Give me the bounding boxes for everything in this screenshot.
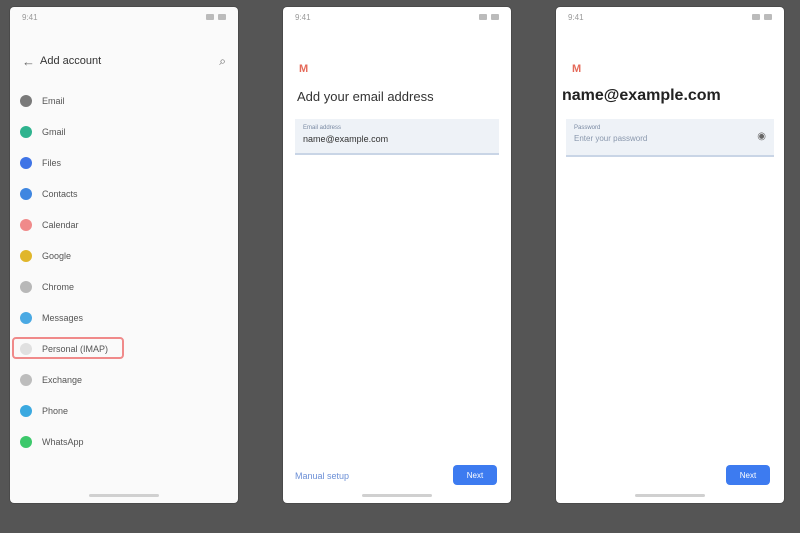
battery-icon	[491, 14, 499, 20]
home-indicator	[362, 494, 432, 497]
menu-item[interactable]: Google	[10, 240, 238, 271]
account-type-icon	[20, 311, 32, 324]
menu-item[interactable]: Messages	[10, 302, 238, 333]
account-type-icon	[20, 249, 32, 262]
account-type-icon	[20, 156, 32, 169]
account-type-icon	[20, 218, 32, 231]
back-arrow-icon[interactable]: ←	[22, 54, 40, 69]
phone-screen-account-menu: 9:41 ← Add account ⌕ Email Gmail Files Cont…	[10, 7, 238, 503]
status-bar: 9:41	[556, 7, 784, 27]
status-time: 9:41	[295, 12, 311, 22]
status-time: 9:41	[568, 12, 584, 22]
visibility-toggle-icon[interactable]: ◉	[757, 131, 766, 142]
menu-item-label: Gmail	[42, 126, 66, 137]
menu-item[interactable]: Calendar	[10, 209, 238, 240]
email-field-label: Email address	[303, 125, 342, 131]
battery-icon	[218, 14, 226, 20]
signal-icon	[752, 14, 760, 20]
account-type-icon	[20, 435, 32, 448]
mail-logo-icon: M	[572, 63, 582, 75]
menu-item-label: Files	[42, 157, 62, 168]
menu-item[interactable]: Email	[10, 85, 238, 116]
app-header: ← Add account ⌕	[22, 51, 226, 71]
status-icons	[479, 14, 499, 20]
menu-item-label: Messages	[42, 312, 84, 323]
home-indicator	[635, 494, 705, 497]
menu-item[interactable]: Exchange	[10, 364, 238, 395]
signal-icon	[206, 14, 214, 20]
account-type-list: Email Gmail Files Contacts Calendar Google Chr…	[10, 85, 238, 457]
manual-setup-button[interactable]: Manual setup	[295, 471, 349, 481]
email-field[interactable]: Email address name@example.com	[295, 119, 499, 155]
page-title: Add your email address	[297, 89, 434, 104]
menu-item-label: WhatsApp	[42, 436, 84, 447]
menu-item-label: Personal (IMAP)	[42, 343, 109, 354]
status-time: 9:41	[22, 12, 38, 22]
status-icons	[752, 14, 772, 20]
menu-item-label: Calendar	[42, 219, 79, 230]
menu-item[interactable]: Gmail	[10, 116, 238, 147]
menu-item-label: Phone	[42, 405, 69, 416]
menu-item[interactable]: Files	[10, 147, 238, 178]
menu-item[interactable]: Chrome	[10, 271, 238, 302]
menu-item[interactable]: Personal (IMAP)	[10, 333, 238, 364]
account-type-icon	[20, 125, 32, 138]
phone-screen-email-entry: 9:41 M Add your email address Email addr…	[283, 7, 511, 503]
menu-item-label: Exchange	[42, 374, 83, 385]
signal-icon	[479, 14, 487, 20]
status-bar: 9:41	[283, 7, 511, 27]
email-field-value: name@example.com	[303, 134, 389, 144]
password-field[interactable]: Password Enter your password ◉	[566, 119, 774, 157]
account-type-icon	[20, 187, 32, 200]
password-field-value: Enter your password	[574, 134, 648, 143]
menu-item-label: Email	[42, 95, 65, 106]
menu-item-label: Google	[42, 250, 72, 261]
account-type-icon	[20, 280, 32, 293]
menu-item[interactable]: WhatsApp	[10, 426, 238, 457]
status-bar: 9:41	[10, 7, 238, 27]
password-field-label: Password	[574, 125, 601, 131]
menu-item-label: Chrome	[42, 281, 75, 292]
search-icon[interactable]: ⌕	[219, 54, 226, 69]
battery-icon	[764, 14, 772, 20]
account-type-icon	[20, 373, 32, 386]
menu-item-label: Contacts	[42, 188, 78, 199]
phone-screen-password-entry: 9:41 M name@example.com Password Enter y…	[556, 7, 784, 503]
menu-item[interactable]: Contacts	[10, 178, 238, 209]
mail-logo-icon: M	[299, 63, 309, 75]
next-button[interactable]: Next	[453, 465, 497, 485]
next-button[interactable]: Next	[726, 465, 770, 485]
status-icons	[206, 14, 226, 20]
page-title: Add account	[40, 55, 102, 67]
menu-item[interactable]: Phone	[10, 395, 238, 426]
home-indicator	[89, 494, 159, 497]
account-type-icon	[20, 94, 32, 107]
account-type-icon	[20, 404, 32, 417]
page-title: name@example.com	[562, 87, 721, 104]
account-type-icon	[20, 342, 32, 355]
